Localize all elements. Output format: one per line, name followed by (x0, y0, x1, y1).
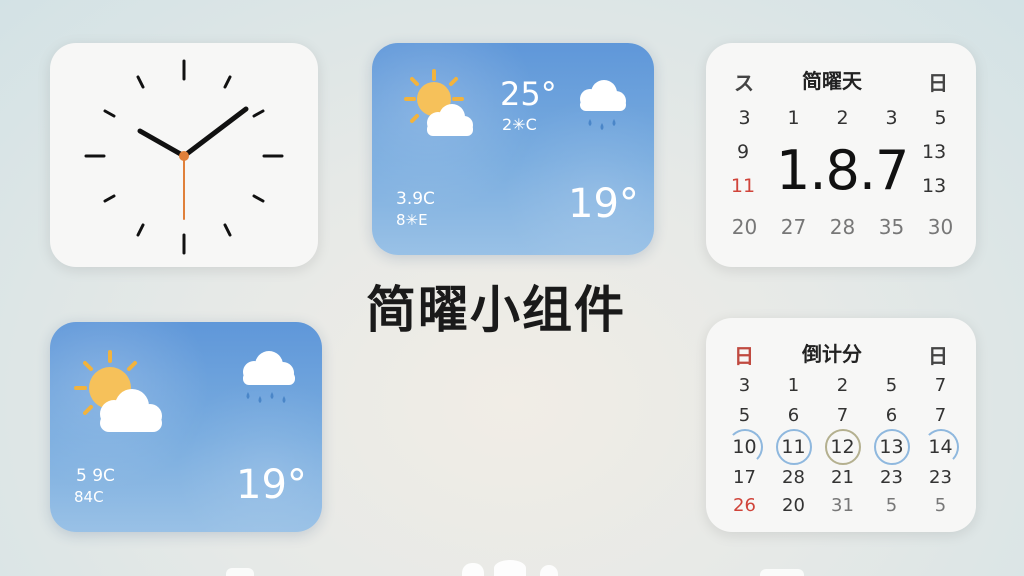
calendar-day[interactable]: 28 (818, 213, 867, 241)
calendar-day-marked[interactable]: 14 (922, 429, 959, 465)
countdown-row-1: 3 1 2 5 7 (720, 372, 965, 398)
calendar-day-marked[interactable]: 13 (873, 429, 910, 465)
calendar-day[interactable]: 13 (922, 141, 946, 163)
calendar-title: 简曜天 (802, 69, 862, 93)
calendar-day[interactable]: 23 (867, 464, 916, 490)
weather-detail-1: 5 9C (76, 466, 115, 486)
big-temp: 19° (236, 462, 307, 508)
analog-clock-face (84, 59, 284, 255)
calendar-day-today[interactable]: 12 (824, 429, 861, 465)
dock-icon-partial[interactable] (462, 563, 484, 576)
countdown-row-3: 10 11 12 13 14 (720, 428, 965, 466)
calendar-day[interactable]: 6 (867, 402, 916, 428)
calendar-day[interactable]: 20 (769, 492, 818, 518)
countdown-row-5: 26 20 31 5 5 (720, 492, 965, 518)
calendar-day[interactable]: 30 (916, 213, 965, 241)
calendar-day[interactable]: 17 (720, 464, 769, 490)
calendar-day-marked[interactable]: 11 (775, 429, 812, 465)
calendar-day[interactable]: 5 (867, 372, 916, 398)
calendar-day[interactable]: 7 (818, 402, 867, 428)
clock-widget[interactable] (50, 43, 318, 267)
calendar-day[interactable]: 5 (916, 492, 965, 518)
calendar-big-date: 1.8.7 (776, 139, 909, 202)
calendar-right-mark: 日 (928, 71, 948, 95)
sun-cloud-icon (404, 69, 473, 136)
minute-hand (181, 106, 249, 159)
calendar-left-mark: ス (734, 71, 754, 95)
calendar-day[interactable]: 20 (720, 213, 769, 241)
calendar-day[interactable]: 3 (867, 105, 916, 131)
calendar-day[interactable]: 27 (769, 213, 818, 241)
calendar-day[interactable]: 5 (720, 402, 769, 428)
calendar-day[interactable]: 7 (916, 372, 965, 398)
calendar-day[interactable]: 13 (922, 175, 946, 197)
rain-cloud-icon (243, 351, 295, 403)
countdown-calendar-widget[interactable]: 日 倒计分 日 3 1 2 5 7 5 6 7 6 7 10 11 12 13 … (706, 318, 976, 532)
calendar-day[interactable]: 5 (916, 105, 965, 131)
calendar-day[interactable]: 9 (732, 141, 754, 163)
calendar-day-holiday[interactable]: 11 (730, 175, 756, 197)
calendar-widget[interactable]: ス 简曜天 日 3 1 2 3 5 9 11 1.8.7 13 13 20 27… (706, 43, 976, 267)
countdown-left-mark: 日 (734, 344, 754, 368)
dock-icon-partial[interactable] (226, 568, 254, 576)
calendar-day[interactable]: 23 (916, 464, 965, 490)
calendar-day-marked[interactable]: 10 (726, 429, 763, 465)
calendar-day[interactable]: 2 (818, 372, 867, 398)
calendar-day[interactable]: 3 (720, 105, 769, 131)
calendar-day-holiday[interactable]: 26 (720, 492, 769, 518)
countdown-right-mark: 日 (928, 344, 948, 368)
temp-subtitle: 2✳C (502, 115, 537, 134)
weather-detail-2: 84C (74, 488, 104, 506)
dock-icon-partial[interactable] (494, 560, 526, 576)
sun-cloud-icon (74, 350, 162, 432)
dock-icon-partial[interactable] (760, 569, 804, 576)
calendar-day[interactable]: 2 (818, 105, 867, 131)
calendar-day[interactable]: 28 (769, 464, 818, 490)
calendar-day[interactable]: 21 (818, 464, 867, 490)
calendar-day[interactable]: 35 (867, 213, 916, 241)
weather-detail-2: 8✳E (396, 211, 428, 229)
current-temp: 25° (500, 75, 557, 113)
countdown-row-4: 17 28 21 23 23 (720, 464, 965, 490)
calendar-day[interactable]: 1 (769, 105, 818, 131)
weather-widget-top[interactable]: 25° 2✳C 3.9C 8✳E 19° (372, 43, 654, 255)
calendar-day[interactable]: 1 (769, 372, 818, 398)
weather-detail-1: 3.9C (396, 189, 435, 209)
page-title: 简曜小组件 (366, 281, 626, 339)
weather-widget-bottom[interactable]: 5 9C 84C 19° (50, 322, 322, 532)
calendar-day[interactable]: 5 (867, 492, 916, 518)
countdown-title: 倒计分 (802, 342, 862, 366)
calendar-day[interactable]: 7 (916, 402, 965, 428)
big-temp: 19° (568, 181, 639, 227)
dock-icon-partial[interactable] (540, 565, 558, 576)
calendar-day[interactable]: 6 (769, 402, 818, 428)
hour-hand (137, 128, 187, 159)
countdown-row-2: 5 6 7 6 7 (720, 402, 965, 428)
calendar-row-1: 3 1 2 3 5 (720, 105, 965, 131)
calendar-day[interactable]: 3 (720, 372, 769, 398)
calendar-day[interactable]: 31 (818, 492, 867, 518)
clock-center (179, 151, 189, 161)
rain-cloud-icon (580, 80, 626, 130)
calendar-row-4: 20 27 28 35 30 (720, 213, 965, 241)
